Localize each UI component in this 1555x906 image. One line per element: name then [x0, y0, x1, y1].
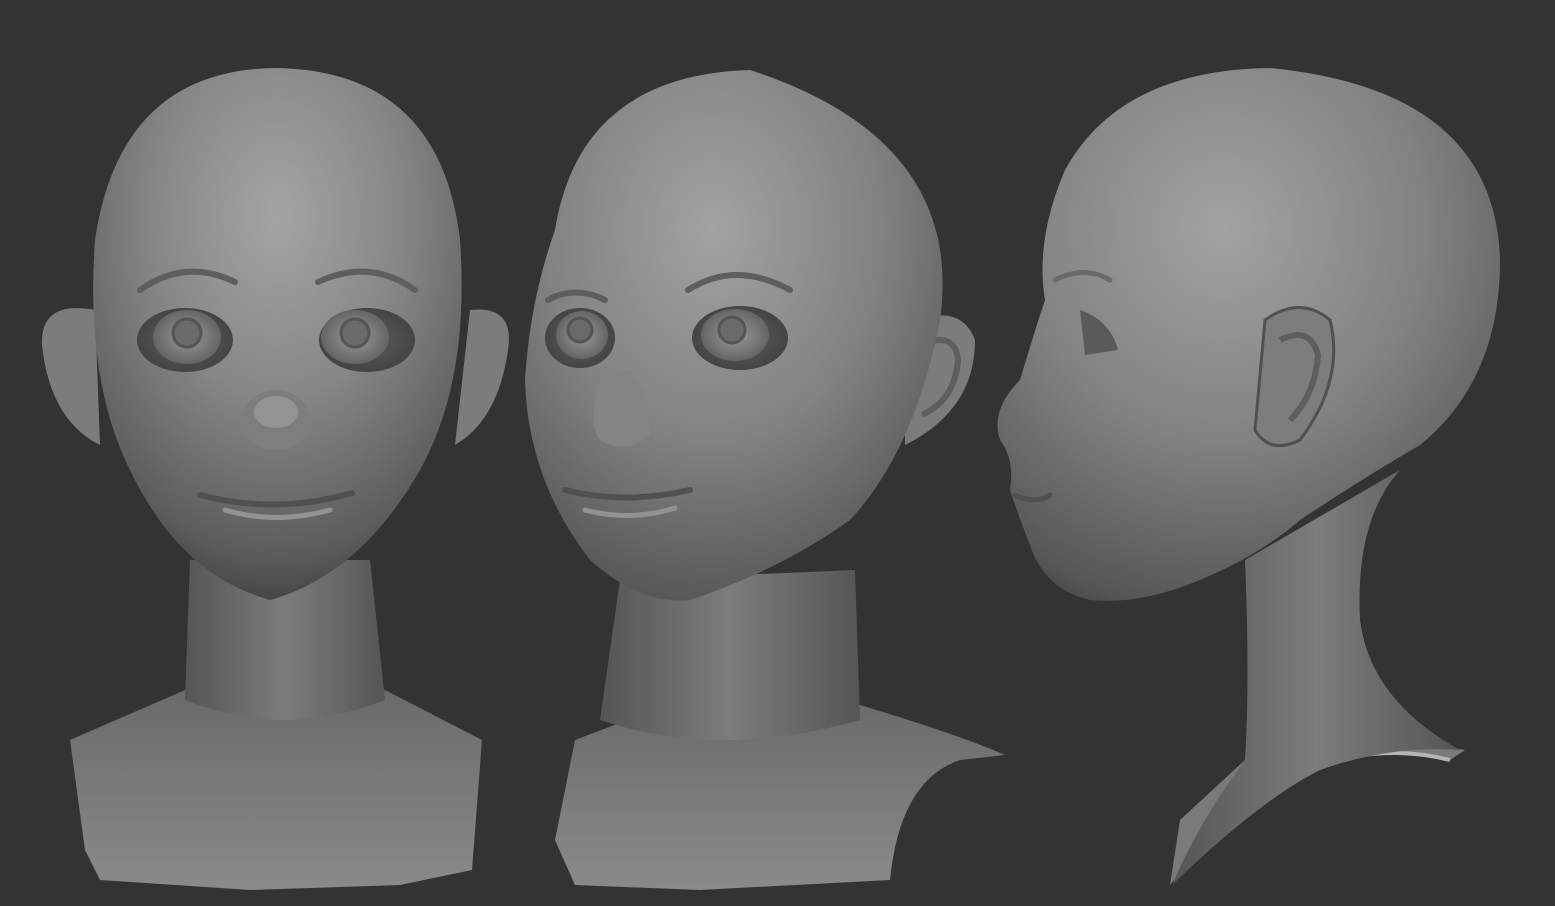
front-right-iris	[339, 317, 371, 349]
sculpt-viewport	[0, 0, 1555, 906]
front-left-ear	[41, 308, 100, 445]
front-chest	[70, 690, 482, 890]
head-front-view	[41, 68, 509, 890]
head-side-profile-view	[997, 68, 1500, 885]
sculpt-render	[41, 68, 1500, 890]
head-three-quarter-view	[525, 70, 1005, 890]
front-right-ear	[455, 309, 509, 445]
tq-neck	[600, 570, 860, 740]
side-head	[997, 68, 1500, 601]
front-left-iris	[171, 317, 203, 349]
